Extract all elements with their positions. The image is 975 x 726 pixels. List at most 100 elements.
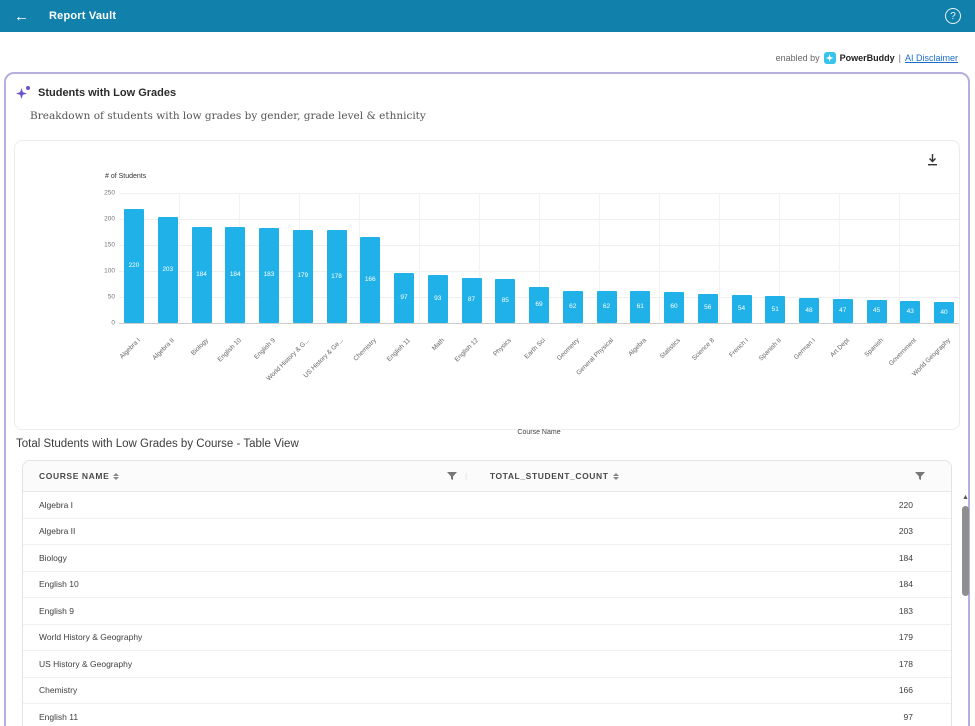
gridline-vertical [419, 193, 420, 323]
back-icon[interactable]: ← [14, 8, 29, 25]
sparkle-icon [16, 86, 30, 100]
bar-value-label: 220 [124, 262, 144, 269]
filter-icon[interactable] [447, 472, 457, 481]
bar: 54 [732, 295, 752, 323]
bar: 85 [495, 279, 515, 323]
sort-icon[interactable] [613, 473, 619, 480]
gridline-vertical [179, 193, 180, 323]
sort-icon[interactable] [113, 473, 119, 480]
bar-value-label: 87 [462, 296, 482, 303]
y-tick-label: 0 [85, 320, 115, 327]
course-name-cell: Biology [39, 553, 853, 563]
powerbuddy-strip: enabled by PowerBuddy | AI Disclaimer [776, 52, 958, 64]
bar: 40 [934, 302, 954, 323]
bar: 61 [630, 291, 650, 323]
student-count-cell: 166 [853, 685, 913, 695]
table-body: Algebra I220Algebra II203Biology184Engli… [23, 492, 951, 726]
bar-value-label: 61 [630, 303, 650, 310]
x-axis-line [119, 323, 959, 324]
chart-title: # of Students [105, 173, 146, 180]
download-icon[interactable] [923, 151, 941, 169]
bar-value-label: 51 [765, 306, 785, 313]
table-row: Algebra II203 [23, 519, 951, 546]
bar: 62 [563, 291, 583, 323]
y-tick-label: 150 [85, 242, 115, 249]
bar-value-label: 184 [192, 271, 212, 278]
column-header-student-count[interactable]: TOTAL_STUDENT_COUNT [490, 471, 609, 481]
data-table: COURSE NAME | TOTAL_STUDENT_COUNT Algebr… [22, 460, 952, 726]
table-row: World History & Geography179 [23, 625, 951, 652]
scroll-up-icon[interactable]: ▲ [961, 494, 970, 502]
bar: 93 [428, 275, 448, 323]
report-description: Breakdown of students with low grades by… [30, 110, 426, 122]
course-name-cell: English 11 [39, 712, 853, 722]
bar-value-label: 179 [293, 272, 313, 279]
bar-value-label: 85 [495, 297, 515, 304]
table-row: US History & Geography178 [23, 651, 951, 678]
filter-icon[interactable] [915, 472, 925, 481]
bar: 51 [765, 296, 785, 323]
column-separator: | [465, 471, 468, 481]
help-icon[interactable]: ? [945, 8, 961, 24]
course-name-cell: Algebra I [39, 500, 853, 510]
y-tick-label: 50 [85, 294, 115, 301]
bar: 69 [529, 287, 549, 323]
bar-value-label: 166 [360, 276, 380, 283]
bar-value-label: 40 [934, 309, 954, 316]
column-header-course-name[interactable]: COURSE NAME [39, 471, 109, 481]
table-title: Total Students with Low Grades by Course… [16, 438, 299, 450]
course-name-cell: US History & Geography [39, 659, 853, 669]
table-scrollbar[interactable]: ▲ [961, 494, 970, 724]
bar: 45 [867, 300, 887, 323]
student-count-cell: 184 [853, 579, 913, 589]
separator: | [899, 53, 901, 63]
bar-value-label: 62 [563, 303, 583, 310]
course-name-cell: Algebra II [39, 526, 853, 536]
student-count-cell: 183 [853, 606, 913, 616]
page: ← Report Vault ? enabled by PowerBuddy |… [0, 0, 975, 726]
bar-value-label: 178 [327, 273, 347, 280]
bar: 203 [158, 217, 178, 323]
student-count-cell: 97 [853, 712, 913, 722]
course-name-cell: Chemistry [39, 685, 853, 695]
chart-card: # of Students 050100150200250220Algebra … [14, 140, 960, 430]
bar-value-label: 97 [394, 294, 414, 301]
bar: 62 [597, 291, 617, 323]
table-row: Algebra I220 [23, 492, 951, 519]
page-title: Report Vault [49, 10, 116, 22]
bar-value-label: 48 [799, 307, 819, 314]
bar-value-label: 45 [867, 307, 887, 314]
report-title: Students with Low Grades [38, 87, 176, 99]
student-count-cell: 220 [853, 500, 913, 510]
bar: 47 [833, 299, 853, 323]
bar: 220 [124, 209, 144, 323]
student-count-cell: 179 [853, 632, 913, 642]
gridline-vertical [719, 193, 720, 323]
student-count-cell: 184 [853, 553, 913, 563]
bar-value-label: 43 [900, 308, 920, 315]
bar-value-label: 60 [664, 303, 684, 310]
powerbuddy-brand: PowerBuddy [840, 53, 895, 63]
bar-value-label: 93 [428, 295, 448, 302]
bar: 166 [360, 237, 380, 323]
table-row: English 9183 [23, 598, 951, 625]
bar-value-label: 203 [158, 266, 178, 273]
course-name-cell: English 9 [39, 606, 853, 616]
gridline-vertical [659, 193, 660, 323]
bar: 184 [192, 227, 212, 323]
student-count-cell: 203 [853, 526, 913, 536]
table-row: English 1197 [23, 704, 951, 726]
table-row: English 10184 [23, 572, 951, 599]
table-header-row: COURSE NAME | TOTAL_STUDENT_COUNT [23, 461, 951, 492]
y-tick-label: 250 [85, 190, 115, 197]
powerbuddy-icon [824, 52, 836, 64]
bar: 56 [698, 294, 718, 323]
app-header: ← Report Vault ? [0, 0, 975, 32]
report-header: Students with Low Grades [16, 86, 176, 100]
bar-value-label: 69 [529, 301, 549, 308]
scrollbar-thumb[interactable] [962, 506, 969, 596]
ai-disclaimer-link[interactable]: AI Disclaimer [905, 53, 958, 63]
enabled-by-label: enabled by [776, 53, 820, 63]
bar: 184 [225, 227, 245, 323]
bar: 87 [462, 278, 482, 323]
